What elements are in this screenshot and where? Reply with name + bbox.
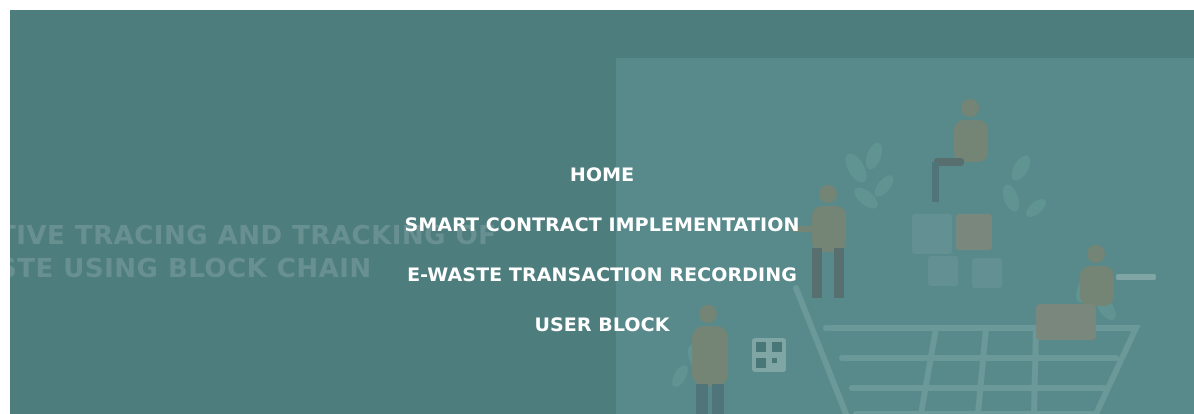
main-navigation-menu: HOME SMART CONTRACT IMPLEMENTATION E-WAS… [10,150,1194,350]
nav-link-smart-contract-implementation[interactable]: SMART CONTRACT IMPLEMENTATION [405,200,800,250]
nav-link-e-waste-transaction-recording[interactable]: E-WASTE TRANSACTION RECORDING [407,250,797,300]
nav-link-user-block[interactable]: USER BLOCK [534,300,669,350]
nav-link-home[interactable]: HOME [570,150,634,200]
hero-section: TIVE TRACING AND TRACKING OF STE USING B… [10,10,1194,414]
